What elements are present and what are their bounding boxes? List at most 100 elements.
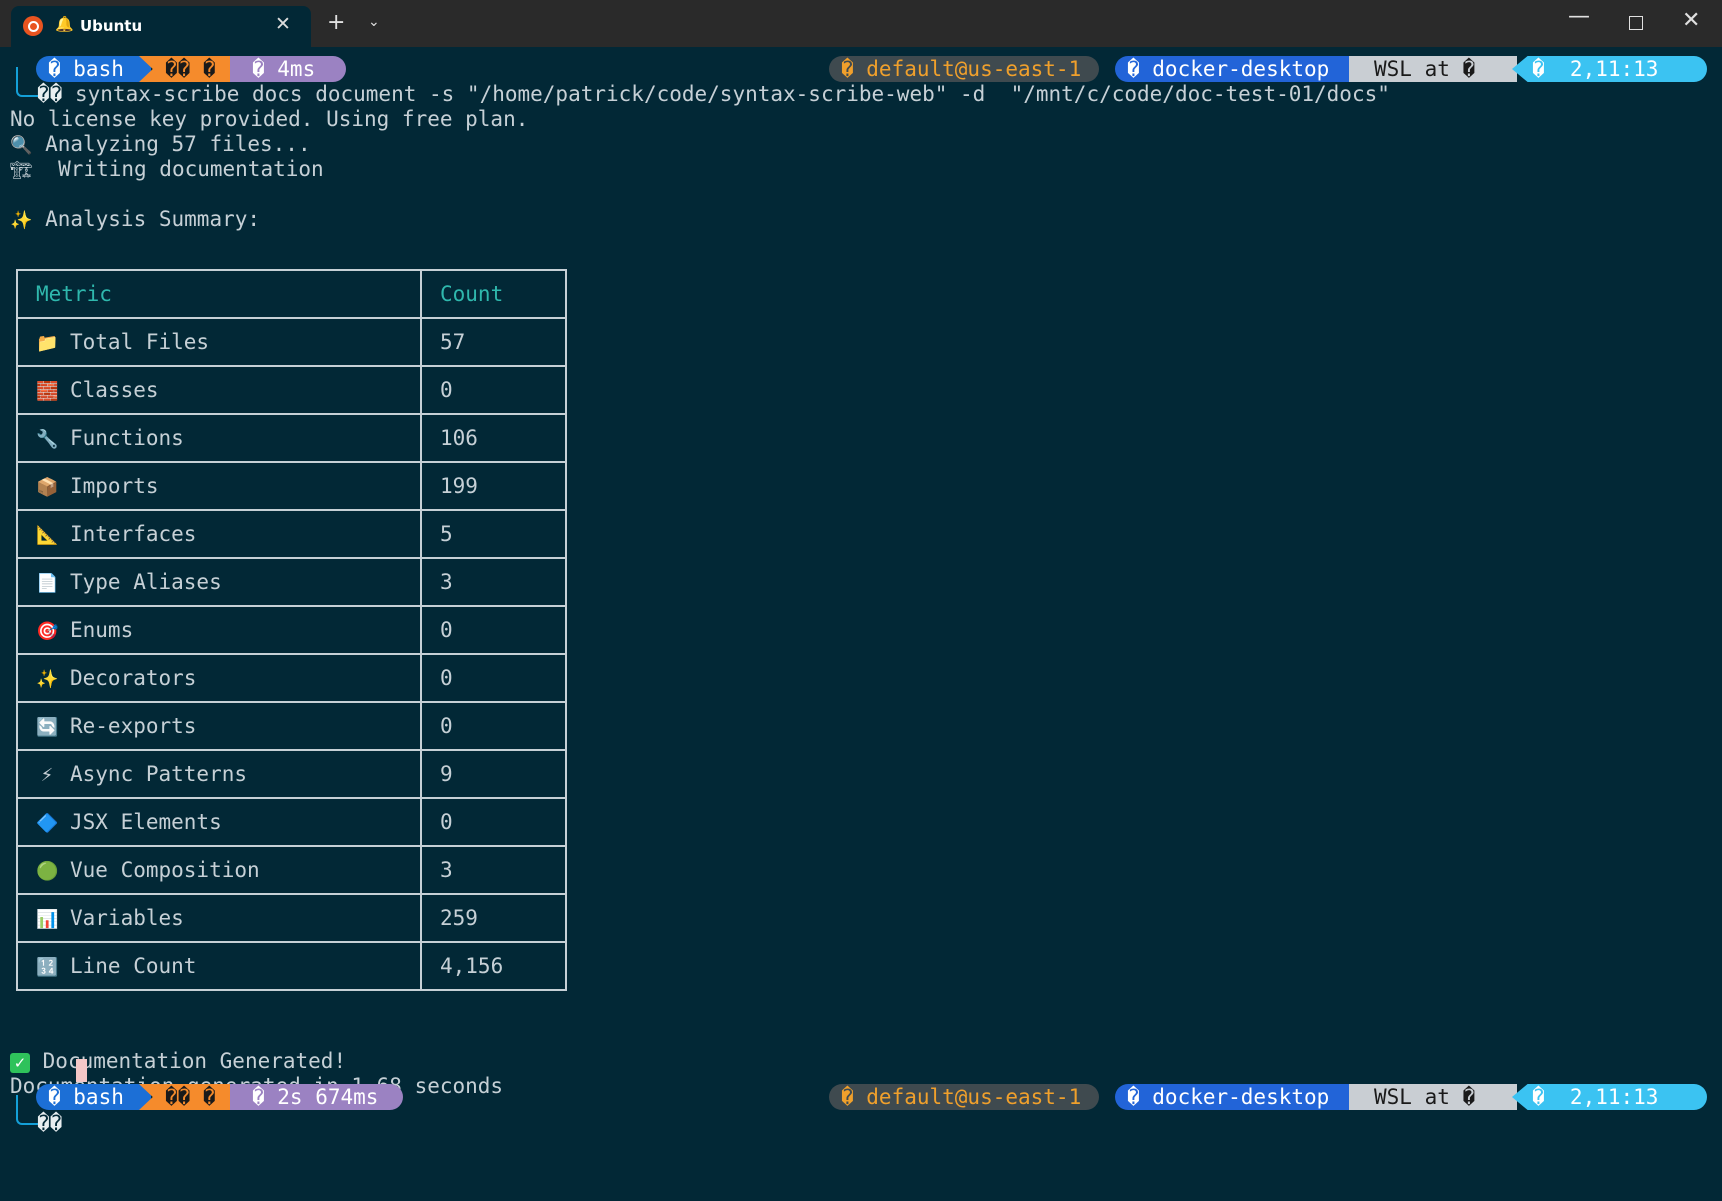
- lightning-icon: ⚡: [40, 765, 54, 786]
- done-text: Documentation Generated!: [42, 1049, 347, 1073]
- metric-label: Async Patterns: [70, 762, 248, 786]
- metric-cell: 📊 Variables: [16, 893, 422, 943]
- triangle-ruler-icon: 📐: [36, 525, 59, 546]
- new-tab-button[interactable]: +: [327, 10, 345, 35]
- target-icon: 🎯: [36, 621, 59, 642]
- bar-chart-icon: 📊: [36, 909, 59, 930]
- count-cell: 0: [420, 365, 567, 415]
- bricks-icon: 🧱: [36, 381, 59, 402]
- metric-label: Functions: [70, 426, 184, 450]
- analyzing-line: 🔍 Analyzing 57 files...: [10, 132, 311, 158]
- close-window-icon[interactable]: ✕: [1682, 8, 1700, 33]
- prompt-shell-segment: � bash: [36, 1084, 151, 1110]
- metric-label: Enums: [70, 618, 134, 642]
- done-line: ✓ Documentation Generated!: [10, 1049, 346, 1074]
- metric-cell: 🔄 Re-exports: [16, 701, 422, 751]
- tab-ubuntu[interactable]: 🔔 Ubuntu ✕: [11, 6, 311, 47]
- summary-heading: Analysis Summary:: [45, 207, 261, 231]
- count-cell: 5: [420, 509, 567, 559]
- prompt-aws-segment: � default@us-east-1: [829, 56, 1099, 82]
- prompt-time-segment: � 2,11:13: [1512, 56, 1707, 82]
- table-row: 🔷 JSX Elements 0: [16, 797, 567, 847]
- prompt-os-segment: WSL at �: [1349, 56, 1517, 82]
- prompt-shell-segment: � bash: [36, 56, 151, 82]
- green-circle-icon: 🟢: [36, 861, 59, 882]
- ubuntu-logo-icon: [23, 16, 43, 36]
- metric-header: Metric: [16, 269, 422, 319]
- prompt-corner: [16, 67, 38, 97]
- close-icon[interactable]: ✕: [275, 13, 291, 35]
- maximize-icon[interactable]: [1629, 16, 1643, 30]
- chevron-down-icon[interactable]: ⌄: [368, 14, 380, 30]
- metric-cell: 🔢 Line Count: [16, 941, 422, 991]
- metric-cell: 📁 Total Files: [16, 317, 422, 367]
- folder-icon: 📁: [36, 333, 59, 354]
- metric-label: JSX Elements: [70, 810, 222, 834]
- table-row: 🟢 Vue Composition 3: [16, 845, 567, 895]
- table-row: ⚡ Async Patterns 9: [16, 749, 567, 799]
- table-header-row: Metric Count: [16, 269, 567, 319]
- metric-cell: 🔧 Functions: [16, 413, 422, 463]
- page-icon: 📄: [36, 573, 59, 594]
- terminal-pane[interactable]: � bash �� � � 4ms � default@us-east-1 � …: [0, 47, 1722, 1201]
- metric-label: Classes: [70, 378, 159, 402]
- analyzing-text: Analyzing 57 files...: [45, 132, 311, 156]
- writing-line: 🏗 Writing documentation: [10, 157, 324, 183]
- sparkles-icon: ✨: [10, 210, 33, 231]
- package-icon: 📦: [36, 477, 59, 498]
- table-row: 🔄 Re-exports 0: [16, 701, 567, 751]
- metric-label: Type Aliases: [70, 570, 222, 594]
- check-mark-icon: ✓: [10, 1053, 30, 1073]
- metric-label: Re-exports: [70, 714, 197, 738]
- count-cell: 57: [420, 317, 567, 367]
- table-row: ✨ Decorators 0: [16, 653, 567, 703]
- table-row: 📁 Total Files 57: [16, 317, 567, 367]
- metric-cell: 📄 Type Aliases: [16, 557, 422, 607]
- prompt-kube-segment: � docker-desktop: [1115, 1084, 1349, 1110]
- numbers-icon: 🔢: [36, 957, 59, 978]
- table-row: 🔢 Line Count 4,156: [16, 941, 567, 991]
- metric-cell: 🔷 JSX Elements: [16, 797, 422, 847]
- sparkles-icon: ✨: [36, 669, 59, 690]
- prompt-char: ��: [37, 1111, 63, 1135]
- metric-cell: ⚡ Async Patterns: [16, 749, 422, 799]
- prompt-aws-segment: � default@us-east-1: [829, 1084, 1099, 1110]
- prompt-char: ��: [37, 82, 63, 106]
- metric-label: Interfaces: [70, 522, 197, 546]
- metric-cell: 📦 Imports: [16, 461, 422, 511]
- prompt-corner: [16, 1095, 38, 1125]
- count-cell: 0: [420, 701, 567, 751]
- metric-label: Imports: [70, 474, 159, 498]
- prompt-os-segment: WSL at �: [1349, 1084, 1517, 1110]
- text-cursor: [76, 1059, 87, 1082]
- count-cell: 3: [420, 845, 567, 895]
- bell-icon: 🔔: [55, 15, 74, 33]
- summary-heading-line: ✨ Analysis Summary:: [10, 207, 260, 233]
- wrench-icon: 🔧: [36, 429, 59, 450]
- count-cell: 9: [420, 749, 567, 799]
- license-message: No license key provided. Using free plan…: [10, 107, 529, 131]
- count-cell: 106: [420, 413, 567, 463]
- count-cell: 259: [420, 893, 567, 943]
- count-cell: 0: [420, 605, 567, 655]
- count-cell: 0: [420, 797, 567, 847]
- table-row: 📊 Variables 259: [16, 893, 567, 943]
- metric-label: Vue Composition: [70, 858, 260, 882]
- refresh-icon: 🔄: [36, 717, 59, 738]
- metric-cell: 🧱 Classes: [16, 365, 422, 415]
- blue-diamond-icon: 🔷: [36, 813, 59, 834]
- tab-title: Ubuntu: [80, 17, 143, 35]
- minimize-icon[interactable]: —: [1568, 4, 1590, 29]
- metric-cell: 📐 Interfaces: [16, 509, 422, 559]
- table-row: 🔧 Functions 106: [16, 413, 567, 463]
- analysis-summary-table: Metric Count 📁 Total Files 57 🧱 Classes 0 🔧 Fun…: [16, 269, 567, 991]
- metric-label: Line Count: [70, 954, 197, 978]
- prompt-kube-segment: � docker-desktop: [1115, 56, 1349, 82]
- table-row: 🎯 Enums 0: [16, 605, 567, 655]
- table-row: 📦 Imports 199: [16, 461, 567, 511]
- prompt-duration-segment: � 2s 674ms: [230, 1084, 403, 1110]
- metric-cell: ✨ Decorators: [16, 653, 422, 703]
- metric-label: Decorators: [70, 666, 197, 690]
- metric-cell: 🎯 Enums: [16, 605, 422, 655]
- count-cell: 0: [420, 653, 567, 703]
